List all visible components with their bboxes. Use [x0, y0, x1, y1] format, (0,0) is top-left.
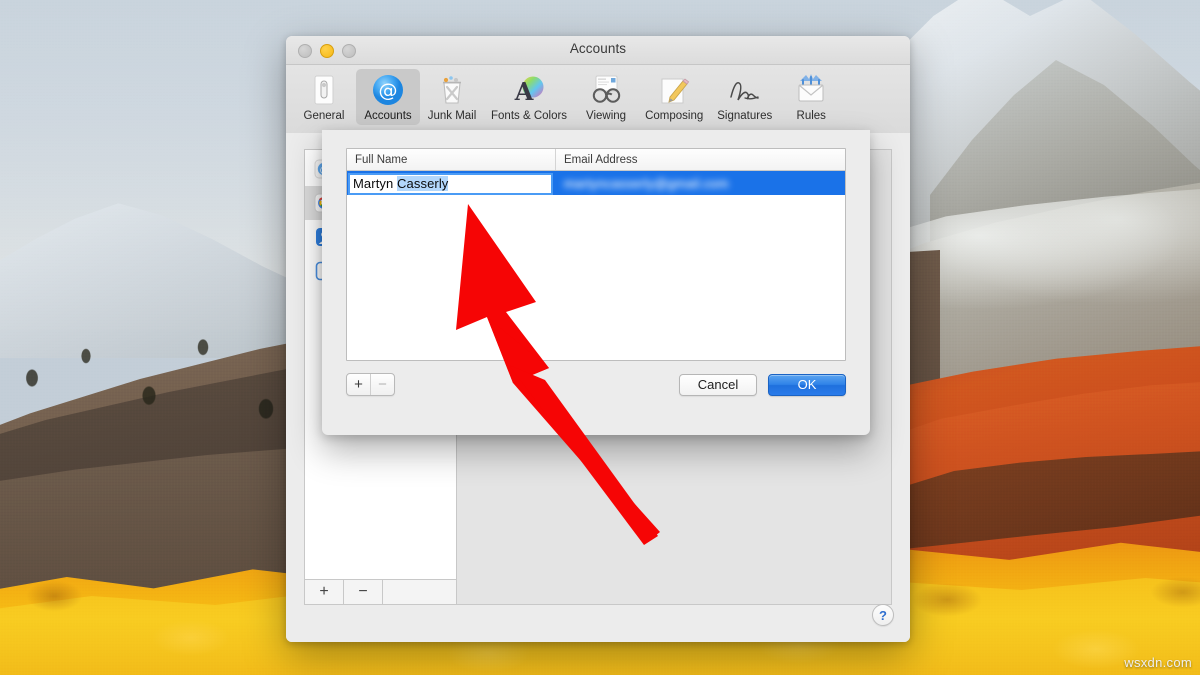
toolbar-label-signatures: Signatures: [717, 110, 773, 122]
signature-scribble-icon: [725, 72, 765, 108]
page-title: Accounts: [569, 41, 627, 56]
toolbar-item-composing[interactable]: Composing: [638, 69, 710, 125]
add-account-button[interactable]: +: [305, 580, 344, 604]
preferences-toolbar: General @ Accounts Junk Mail A Fonts & C…: [286, 65, 910, 138]
general-switch-icon: [310, 72, 338, 108]
svg-text:@: @: [379, 80, 398, 102]
window-titlebar: Accounts: [286, 36, 910, 65]
toolbar-label-accounts: Accounts: [364, 110, 412, 122]
table-row[interactable]: Martyn Casserly martyncasserly@gmail.com: [347, 171, 845, 195]
remove-address-button[interactable]: −: [371, 374, 394, 395]
cell-email-address[interactable]: martyncasserly@gmail.com: [556, 171, 845, 195]
column-header-full-name[interactable]: Full Name: [347, 149, 556, 170]
toolbar-item-signatures[interactable]: Signatures: [710, 69, 779, 125]
help-button[interactable]: ?: [872, 604, 894, 626]
sheet-action-buttons: Cancel OK: [679, 373, 846, 396]
toolbar-item-viewing[interactable]: Viewing: [574, 69, 638, 125]
toolbar-item-accounts[interactable]: @ Accounts: [356, 69, 420, 125]
cell-full-name[interactable]: Martyn Casserly: [347, 171, 556, 195]
full-name-unselected: Martyn: [353, 176, 398, 191]
email-address-value-redacted: martyncasserly@gmail.com: [564, 175, 729, 191]
email-addresses-sheet: Full Name Email Address Martyn Casserly …: [322, 130, 870, 435]
toolbar-label-composing: Composing: [645, 110, 704, 122]
pencil-paper-icon: [657, 72, 691, 108]
envelope-arrows-icon: [794, 72, 828, 108]
accounts-table: Full Name Email Address Martyn Casserly …: [346, 148, 846, 361]
table-header-row: Full Name Email Address: [347, 149, 845, 171]
toolbar-item-rules[interactable]: Rules: [779, 69, 843, 125]
remove-account-button[interactable]: −: [344, 580, 383, 604]
toolbar-label-general: General: [303, 110, 345, 122]
toolbar-item-fonts-colors[interactable]: A Fonts & Colors: [484, 69, 574, 125]
ok-button[interactable]: OK: [768, 373, 846, 396]
sheet-controls: + − Cancel OK: [346, 373, 846, 396]
font-color-wheel-icon: A: [512, 72, 546, 108]
add-remove-segmented-control: + −: [346, 373, 395, 396]
accounts-sidebar-footer: + −: [305, 579, 456, 604]
cancel-button[interactable]: Cancel: [679, 373, 757, 396]
accounts-footer-spacer: [383, 580, 456, 604]
at-sign-icon: @: [371, 72, 405, 108]
full-name-edit-input[interactable]: Martyn Casserly: [348, 172, 553, 195]
toolbar-label-junk-mail: Junk Mail: [427, 110, 477, 122]
add-address-button[interactable]: +: [347, 374, 371, 395]
eyeglasses-icon: [588, 72, 624, 108]
full-name-value: Martyn Casserly: [353, 176, 449, 191]
site-watermark: wsxdn.com: [1124, 655, 1192, 670]
full-name-selected: Casserly: [397, 176, 449, 191]
toolbar-label-viewing: Viewing: [586, 110, 627, 122]
svg-text:A: A: [514, 77, 534, 106]
toolbar-label-fonts-colors: Fonts & Colors: [491, 110, 568, 122]
column-header-email-address[interactable]: Email Address: [556, 149, 845, 170]
toolbar-item-general[interactable]: General: [292, 69, 356, 125]
trash-can-icon: [436, 72, 468, 108]
toolbar-item-junk-mail[interactable]: Junk Mail: [420, 69, 484, 125]
toolbar-label-rules: Rules: [796, 110, 826, 122]
